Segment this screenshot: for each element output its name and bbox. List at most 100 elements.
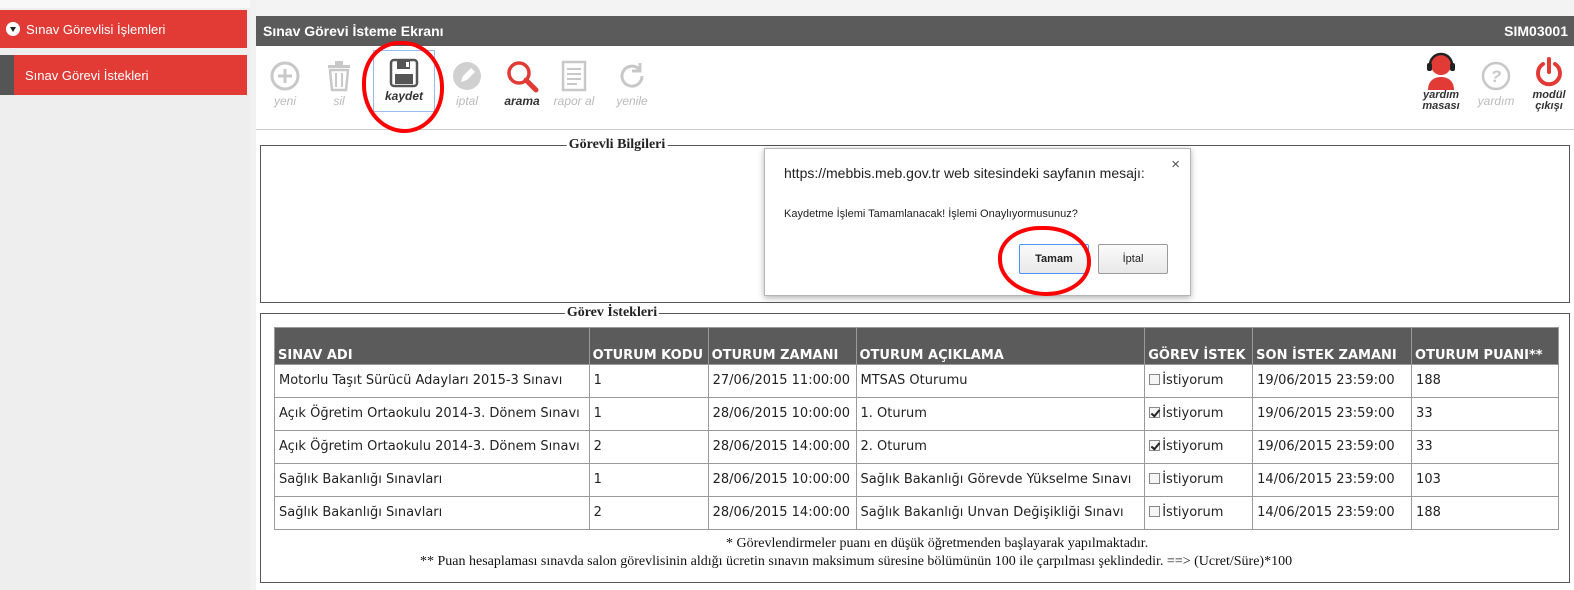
help-desk-label-line2: masası <box>1422 100 1460 112</box>
sidebar: Sınav Görevlisi İşlemleri Sınav Görevi İ… <box>0 0 250 590</box>
cell-puan: 188 <box>1411 496 1559 530</box>
cell-son: 14/06/2015 23:59:00 <box>1252 496 1413 530</box>
dialog-message: Kaydetme İşlemi Tamamlanacak! İşlemi Ona… <box>784 208 1078 220</box>
module-exit-button[interactable]: modül çıkışı <box>1524 54 1574 112</box>
cell-sinav: Açık Öğretim Ortaokulu 2014-3. Dönem Sın… <box>274 397 590 431</box>
delete-button-label: sil <box>333 94 345 108</box>
new-button[interactable]: yeni <box>260 58 310 108</box>
cell-aciklama: Sağlık Bakanlığı Unvan Değişikliği Sınav… <box>855 496 1146 530</box>
sidebar-item-label: Sınav Görevi İstekleri <box>25 67 149 83</box>
footnote-2: ** Puan hesaplaması sınavda salon görevl… <box>420 554 1293 569</box>
table-row: Motorlu Taşıt Sürücü Adayları 2015-3 Sın… <box>274 364 1559 398</box>
request-checkbox[interactable]: İstiyorum <box>1149 505 1223 520</box>
question-circle-icon: ? <box>1481 61 1511 91</box>
col-header: GÖREV İSTEK <box>1144 327 1254 365</box>
request-checkbox[interactable]: İstiyorum <box>1149 373 1223 388</box>
footnote-1: * Görevlendirmeler puanı en düşük öğretm… <box>726 536 1149 551</box>
screen-code: SIM03001 <box>1504 23 1568 39</box>
col-header: OTURUM PUANI** <box>1411 327 1559 365</box>
request-checkbox[interactable]: İstiyorum <box>1149 472 1223 487</box>
cell-istek: İstiyorum <box>1144 463 1254 497</box>
cell-aciklama: 2. Oturum <box>855 430 1146 464</box>
cell-puan: 33 <box>1411 397 1559 431</box>
dialog-title: https://mebbis.meb.gov.tr web sitesindek… <box>784 165 1145 181</box>
table-body: Motorlu Taşıt Sürücü Adayları 2015-3 Sın… <box>274 364 1559 530</box>
headset-agent-icon <box>1427 52 1455 90</box>
power-icon <box>1536 57 1562 87</box>
report-button[interactable]: rapor al <box>549 58 599 108</box>
checkbox-box[interactable] <box>1149 440 1161 451</box>
help-desk-button[interactable]: yardım masası <box>1416 50 1466 112</box>
delete-button[interactable]: sil <box>314 58 364 108</box>
svg-text:?: ? <box>1491 67 1502 86</box>
cell-istek: İstiyorum <box>1144 397 1254 431</box>
cell-kod: 1 <box>588 364 709 398</box>
annotation-circle-kaydet <box>362 41 444 133</box>
cell-zaman: 28/06/2015 14:00:00 <box>707 496 857 530</box>
table-row: Sağlık Bakanlığı Sınavları 1 28/06/2015 10… <box>274 463 1559 497</box>
cancel-button[interactable]: iptal <box>442 58 492 108</box>
toolbar: yeni sil kaydet iptal arama rapor al yen… <box>256 41 1574 133</box>
module-exit-label-line2: çıkışı <box>1535 100 1563 112</box>
help-button[interactable]: ? yardım <box>1471 58 1521 108</box>
cell-son: 19/06/2015 23:59:00 <box>1252 364 1413 398</box>
checkbox-label: İstiyorum <box>1162 439 1224 454</box>
search-button[interactable]: arama <box>497 58 547 108</box>
cell-aciklama: Sağlık Bakanlığı Görevde Yükselme Sınavı <box>855 463 1146 497</box>
request-checkbox[interactable]: İstiyorum <box>1149 406 1223 421</box>
checkbox-box[interactable] <box>1149 374 1161 385</box>
cell-zaman: 28/06/2015 14:00:00 <box>707 430 857 464</box>
report-button-label: rapor al <box>553 94 595 108</box>
cell-zaman: 27/06/2015 11:00:00 <box>707 364 857 398</box>
section-title: Görev İstekleri <box>564 305 660 321</box>
checkbox-label: İstiyorum <box>1162 406 1224 421</box>
cell-kod: 1 <box>588 397 709 431</box>
col-header: OTURUM AÇIKLAMA <box>855 327 1146 365</box>
checkbox-label: İstiyorum <box>1162 505 1224 520</box>
table-row: Açık Öğretim Ortaokulu 2014-3. Dönem Sın… <box>274 397 1559 431</box>
cell-son: 14/06/2015 23:59:00 <box>1252 463 1413 497</box>
help-button-label: yardım <box>1477 94 1515 108</box>
close-icon[interactable]: × <box>1171 156 1180 173</box>
cell-zaman: 28/06/2015 10:00:00 <box>707 463 857 497</box>
cell-son: 19/06/2015 23:59:00 <box>1252 397 1413 431</box>
refresh-button[interactable]: yenile <box>607 58 657 108</box>
checkbox-label: İstiyorum <box>1162 373 1224 388</box>
checkbox-box[interactable] <box>1149 407 1161 418</box>
checkbox-box[interactable] <box>1149 506 1161 517</box>
page-title: Sınav Görevi İsteme Ekranı <box>263 23 444 39</box>
annotation-circle-tamam <box>998 226 1091 296</box>
col-header: OTURUM KODU <box>588 327 709 365</box>
search-button-label: arama <box>504 94 540 108</box>
cell-son: 19/06/2015 23:59:00 <box>1252 430 1413 464</box>
sidebar-item-sinav-gorevlisi-islemleri[interactable]: Sınav Görevlisi İşlemleri <box>0 10 247 48</box>
cell-sinav: Sağlık Bakanlığı Sınavları <box>274 496 590 530</box>
collapse-arrow-icon <box>6 22 20 36</box>
cell-istek: İstiyorum <box>1144 496 1254 530</box>
col-header: SON İSTEK ZAMANI <box>1252 327 1413 365</box>
refresh-icon <box>620 63 644 88</box>
table-row: Açık Öğretim Ortaokulu 2014-3. Dönem Sın… <box>274 430 1559 464</box>
checkbox-box[interactable] <box>1149 473 1161 484</box>
table-row: Sağlık Bakanlığı Sınavları 2 28/06/2015 14… <box>274 496 1559 530</box>
top-strip <box>256 0 1574 16</box>
col-header: OTURUM ZAMANI <box>707 327 857 365</box>
cell-kod: 2 <box>588 430 709 464</box>
cell-aciklama: MTSAS Oturumu <box>855 364 1146 398</box>
cell-aciklama: 1. Oturum <box>855 397 1146 431</box>
requests-table: SINAV ADI OTURUM KODU OTURUM ZAMANI OTUR… <box>274 327 1559 530</box>
cell-kod: 2 <box>588 496 709 530</box>
request-checkbox[interactable]: İstiyorum <box>1149 439 1223 454</box>
sidebar-item-sinav-gorevi-istekleri[interactable]: Sınav Görevi İstekleri <box>0 55 247 95</box>
cell-sinav: Sağlık Bakanlığı Sınavları <box>274 463 590 497</box>
cell-sinav: Motorlu Taşıt Sürücü Adayları 2015-3 Sın… <box>274 364 590 398</box>
cell-kod: 1 <box>588 463 709 497</box>
checkbox-label: İstiyorum <box>1162 472 1224 487</box>
search-icon <box>507 61 539 93</box>
plus-circle-icon <box>270 61 300 91</box>
cell-puan: 103 <box>1411 463 1559 497</box>
trash-icon <box>328 61 350 92</box>
active-marker <box>0 55 14 95</box>
cell-puan: 33 <box>1411 430 1559 464</box>
dialog-cancel-button[interactable]: İptal <box>1098 244 1168 274</box>
